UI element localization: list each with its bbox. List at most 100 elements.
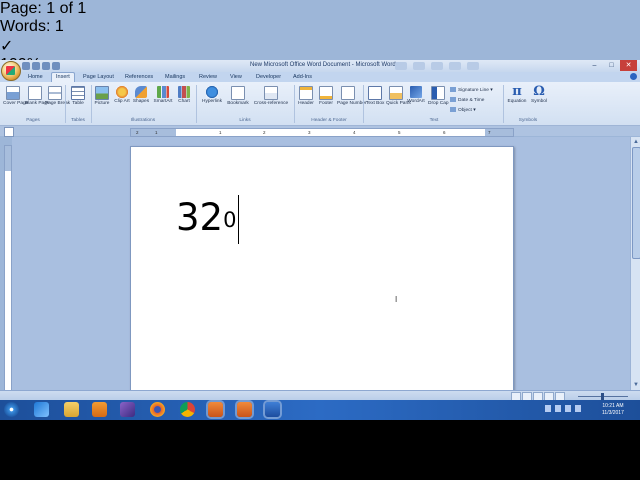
title-bar-ghost-icons [395, 62, 479, 70]
scroll-down-icon[interactable]: ▼ [633, 382, 639, 388]
volume-icon[interactable] [575, 405, 581, 412]
header-button[interactable]: Header [297, 86, 315, 106]
document-page[interactable] [130, 146, 514, 408]
symbol-label: Symbol [531, 99, 547, 104]
group-separator [503, 85, 504, 123]
page-number-label: Page Number [337, 101, 367, 106]
drop-cap-button[interactable]: Drop Cap [428, 86, 449, 106]
bookmark-button[interactable]: Bookmark [225, 86, 251, 106]
word-icon[interactable] [265, 402, 280, 417]
proofing-icon[interactable]: ✓ [0, 36, 640, 56]
vertical-scrollbar[interactable]: ▲ ▼ [630, 137, 640, 390]
picture-button[interactable]: Picture [93, 86, 111, 106]
signature-line-label: Signature Line [458, 87, 489, 93]
ruler-number: 2 [136, 130, 139, 135]
hyperlink-button[interactable]: Hyperlink [199, 86, 225, 104]
redo-icon[interactable] [42, 62, 50, 70]
group-links-label: Links [239, 118, 251, 123]
network-icon[interactable] [565, 405, 571, 412]
tab-insert[interactable]: Insert [51, 72, 75, 82]
object-button[interactable]: Object ▾ [450, 107, 476, 113]
cover-page-button[interactable]: Cover Page [3, 86, 28, 106]
ruler-number: 3 [308, 130, 311, 135]
minimize-button[interactable]: – [586, 60, 603, 71]
cross-reference-button[interactable]: Cross-reference [252, 86, 290, 106]
page-number-button[interactable]: Page Number [337, 86, 367, 106]
chart-label: Chart [178, 99, 190, 104]
window-controls: – □ ✕ [586, 60, 637, 71]
tab-page-layout[interactable]: Page Layout [79, 73, 118, 82]
desktop-screen: New Microsoft Office Word Document - Mic… [0, 0, 640, 420]
wordart-label: WordArt [407, 99, 425, 104]
blank-page-button[interactable]: Blank Page [25, 86, 50, 106]
file-explorer-icon[interactable] [64, 402, 79, 417]
scroll-up-icon[interactable]: ▲ [633, 139, 639, 145]
text-box-button[interactable]: Text Box [366, 86, 384, 106]
window-title: New Microsoft Office Word Document - Mic… [250, 62, 396, 68]
header-label: Header [298, 101, 314, 106]
table-button[interactable]: Table [68, 86, 88, 106]
quick-parts-button[interactable]: Quick Parts [386, 86, 411, 106]
flag-icon[interactable] [555, 405, 561, 412]
document-text[interactable]: 320 [176, 196, 236, 240]
page-count-status[interactable]: Page: 1 of 1 [0, 0, 640, 18]
shapes-button[interactable]: Shapes [132, 86, 150, 104]
signature-line-button[interactable]: Signature Line ▾ [450, 87, 493, 93]
clip-art-button[interactable]: Clip Art [113, 86, 131, 104]
visual-studio-icon[interactable] [120, 402, 135, 417]
date-time-button[interactable]: Date & Time [450, 97, 484, 103]
firefox-icon[interactable] [150, 402, 165, 417]
close-button[interactable]: ✕ [620, 60, 637, 71]
office-button[interactable] [1, 61, 21, 81]
equation-button[interactable]: π Equation [506, 84, 528, 104]
tab-review[interactable]: Review [195, 73, 221, 82]
customize-qat-icon[interactable] [52, 62, 60, 70]
group-pages-label: Pages [26, 118, 40, 123]
powerpoint-icon[interactable] [237, 402, 252, 417]
clip-art-label: Clip Art [114, 99, 130, 104]
ruler-tab-selector[interactable] [4, 127, 14, 137]
vertical-ruler[interactable] [4, 145, 12, 392]
tab-mailings[interactable]: Mailings [161, 73, 189, 82]
group-illustrations-label: Illustrations [130, 118, 156, 123]
clock[interactable]: 10:21 AM 11/3/2017 [602, 403, 624, 417]
clip-art-icon [116, 86, 128, 98]
symbol-button[interactable]: Ω Symbol [529, 85, 549, 104]
scroll-thumb[interactable] [632, 147, 640, 259]
zoom-slider-knob[interactable] [601, 393, 604, 400]
tab-add-ins[interactable]: Add-Ins [289, 73, 316, 82]
maximize-button[interactable]: □ [603, 60, 620, 71]
ghost-icon [413, 62, 425, 70]
internet-explorer-icon[interactable] [34, 402, 49, 417]
tab-references[interactable]: References [121, 73, 157, 82]
page-break-button[interactable]: Page Break [45, 86, 70, 106]
ghost-icon [449, 62, 461, 70]
shapes-label: Shapes [132, 99, 150, 104]
footer-label: Footer [319, 101, 333, 106]
save-icon[interactable] [22, 62, 30, 70]
tab-developer[interactable]: Developer [252, 73, 285, 82]
tab-home[interactable]: Home [24, 73, 47, 82]
quick-parts-label: Quick Parts [386, 101, 411, 106]
help-icon[interactable] [630, 73, 637, 80]
object-icon [450, 107, 456, 112]
group-separator [363, 85, 364, 123]
header-icon [299, 86, 313, 100]
tab-view[interactable]: View [226, 73, 246, 82]
tray-arrow-icon[interactable] [545, 405, 551, 412]
smartart-button[interactable]: SmartArt [152, 86, 174, 104]
pi-icon: π [512, 84, 522, 99]
wordart-button[interactable]: WordArt [406, 86, 426, 104]
horizontal-ruler[interactable]: 2 1 1 2 3 4 5 6 7 [130, 128, 514, 137]
chart-button[interactable]: Chart [176, 86, 192, 104]
picture-label: Picture [94, 101, 110, 106]
media-player-icon[interactable] [92, 402, 107, 417]
chrome-icon[interactable] [180, 402, 195, 417]
start-button-icon[interactable] [4, 402, 19, 417]
undo-icon[interactable] [32, 62, 40, 70]
powerpoint-icon[interactable] [208, 402, 223, 417]
word-count-status[interactable]: Words: 1 [0, 18, 640, 36]
footer-button[interactable]: Footer [317, 86, 335, 106]
shapes-icon [135, 86, 147, 98]
ruler-number: 7 [488, 130, 491, 135]
